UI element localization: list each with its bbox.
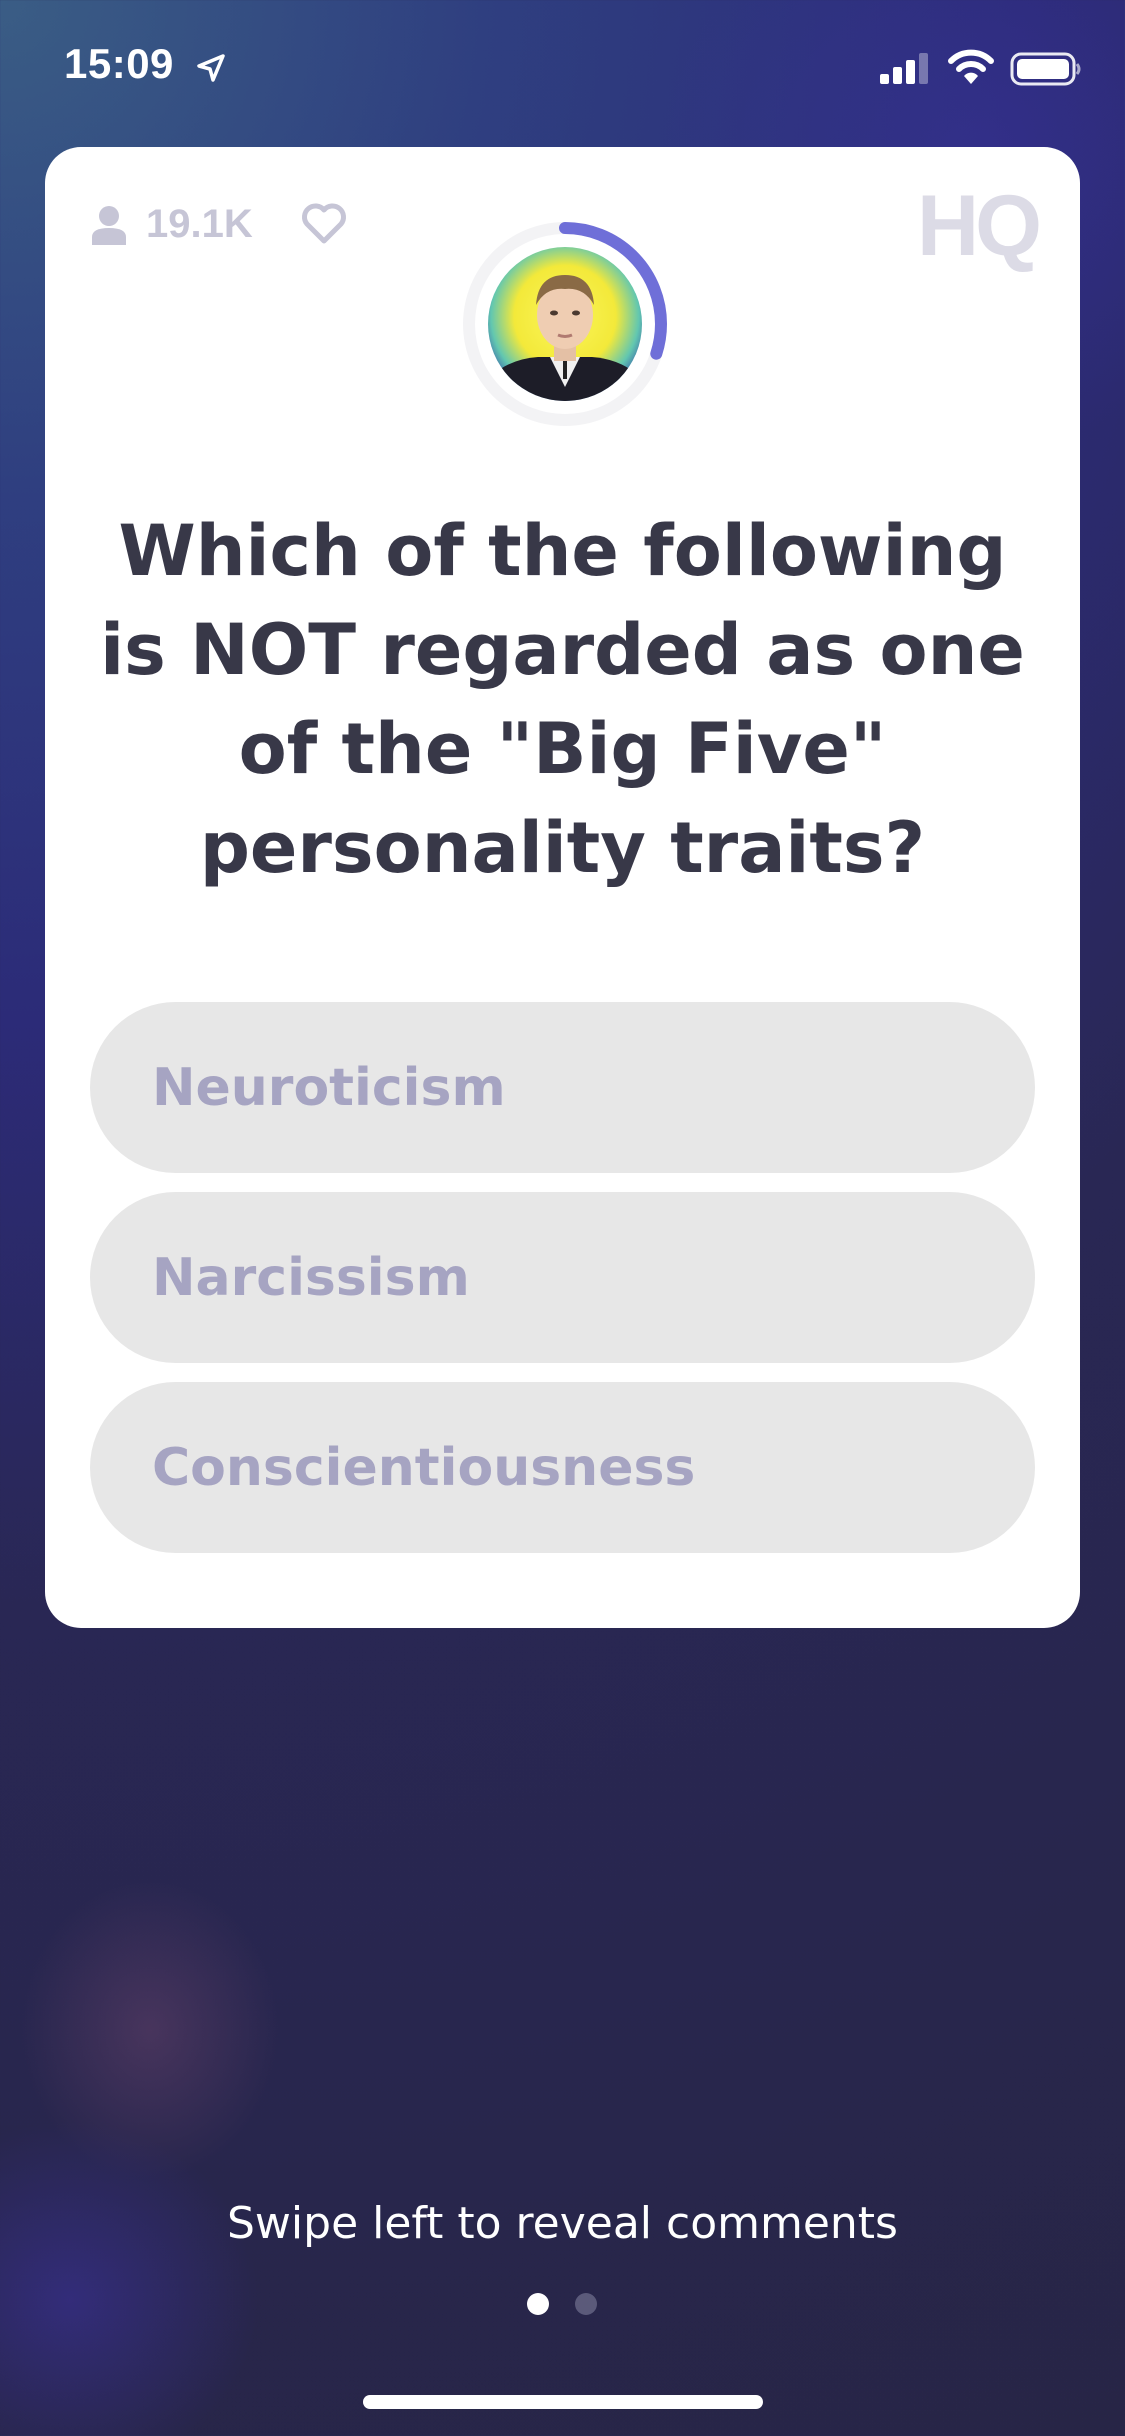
home-indicator[interactable] xyxy=(363,2395,763,2409)
question-text: Which of the following is NOT regarded a… xyxy=(100,510,1025,889)
person-icon xyxy=(92,205,126,245)
hq-logo: HQ xyxy=(917,178,1042,274)
status-bar: 15:09 xyxy=(0,0,1125,135)
cellular-signal-icon xyxy=(880,53,928,84)
countdown-timer xyxy=(455,214,675,434)
battery-icon xyxy=(1010,52,1081,86)
page-indicator[interactable] xyxy=(527,2293,597,2317)
location-arrow-icon xyxy=(197,54,225,82)
answer-option-1[interactable]: Neuroticism xyxy=(90,1002,1035,1173)
host-avatar xyxy=(488,247,642,401)
heart-icon[interactable] xyxy=(300,203,348,245)
answer-option-2[interactable]: Narcissism xyxy=(90,1192,1035,1363)
swipe-hint: Swipe left to reveal comments xyxy=(227,2198,898,2249)
page-dot-active xyxy=(527,2293,549,2315)
answer-option-label: Conscientiousness xyxy=(152,1437,696,1498)
answer-option-label: Narcissism xyxy=(152,1247,470,1308)
wifi-icon xyxy=(948,49,994,84)
viewer-count-label: 19.1K xyxy=(146,202,253,246)
status-time: 15:09 xyxy=(64,40,174,87)
page-dot xyxy=(575,2293,597,2315)
question-card: 19.1K HQ Which of the following is NOT r… xyxy=(45,147,1080,1628)
answer-option-label: Neuroticism xyxy=(152,1057,506,1118)
viewer-count: 19.1K xyxy=(90,202,253,247)
answer-option-3[interactable]: Conscientiousness xyxy=(90,1382,1035,1553)
